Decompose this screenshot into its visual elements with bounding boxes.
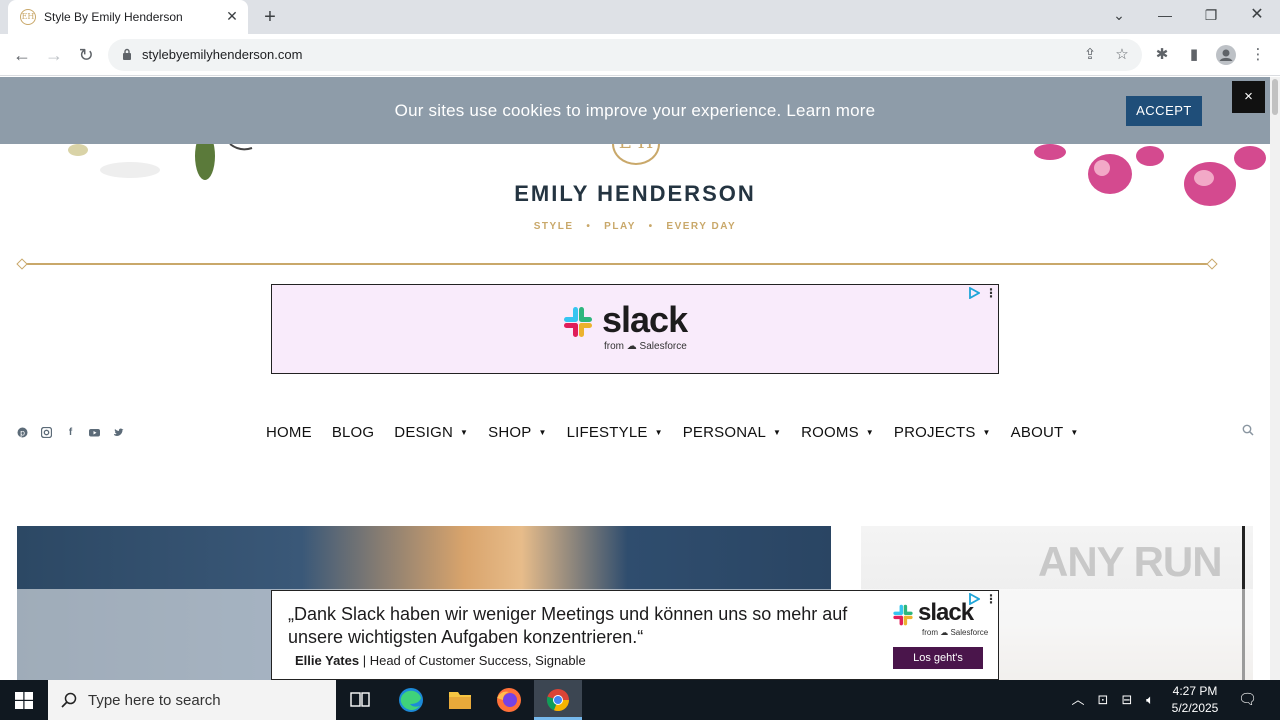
anyrun-watermark: ANY RUN: [1038, 538, 1223, 585]
slack-banner-ad[interactable]: ⋮ slack from ☁ Salesforce: [271, 284, 999, 374]
site-tagline: STYLE • PLAY • EVERY DAY: [533, 221, 737, 232]
slack-logo-icon: [893, 604, 913, 626]
caret-down-icon: ▼: [982, 427, 991, 437]
side-panel-icon[interactable]: ▮: [1182, 43, 1206, 67]
tab-strip: EH Style By Emily Henderson ✕ + ⌄ — ❐ ✕: [0, 0, 1280, 34]
show-hidden-icons-icon[interactable]: ︿: [1070, 692, 1086, 708]
lock-icon[interactable]: [122, 48, 132, 61]
reload-icon[interactable]: ↻: [74, 43, 98, 67]
chrome-taskbar-button[interactable]: [534, 680, 582, 720]
main-navigation: HOME BLOG DESIGN ▼ SHOP ▼ LIFESTYLE ▼ PERSO…: [266, 422, 1098, 442]
caret-down-icon: ▼: [1070, 427, 1079, 437]
site-favicon-icon: EH: [20, 9, 36, 25]
network-icon[interactable]: ⊟: [1119, 692, 1135, 708]
taskbar-search-placeholder: Type here to search: [88, 692, 221, 709]
slack-sticky-ad[interactable]: ⋮ „Dank Slack haben wir weniger Meetings…: [271, 590, 999, 680]
nav-item-personal[interactable]: PERSONAL ▼: [683, 422, 781, 442]
back-icon[interactable]: ←: [10, 43, 34, 67]
restore-icon[interactable]: ❐: [1188, 0, 1234, 32]
slack-wordmark: slack: [602, 299, 688, 340]
youtube-icon[interactable]: [89, 427, 100, 438]
caret-down-icon: ▼: [460, 427, 469, 437]
ad-attribution: Ellie Yates | Head of Customer Success, …: [295, 653, 586, 668]
caret-down-icon: ▼: [865, 427, 874, 437]
caret-down-icon: ▼: [538, 427, 547, 437]
clock-time[interactable]: 4:27 PM: [1160, 684, 1230, 698]
cookie-close-button[interactable]: ×: [1232, 81, 1265, 113]
svg-text:p: p: [20, 429, 25, 438]
task-view-icon[interactable]: [340, 686, 380, 714]
cookie-message[interactable]: Our sites use cookies to improve your ex…: [0, 101, 1270, 121]
start-button[interactable]: [0, 680, 48, 720]
taskbar-search-box[interactable]: Type here to search: [48, 680, 336, 720]
meet-now-icon[interactable]: ⊡: [1095, 692, 1111, 708]
tab-search-icon[interactable]: ⌄: [1096, 0, 1142, 32]
cookie-accept-button[interactable]: ACCEPT: [1126, 96, 1202, 126]
web-page: E H EMILY HENDERSON STYLE • PLAY • EVERY…: [0, 77, 1270, 680]
chrome-icon: [546, 689, 570, 712]
search-icon: [61, 692, 77, 708]
menu-kebab-icon[interactable]: ⋮: [1246, 43, 1270, 67]
slack-from-salesforce: from ☁ Salesforce: [922, 628, 989, 637]
window-close-icon[interactable]: ✕: [1234, 0, 1280, 32]
nav-item-about[interactable]: ABOUT ▼: [1011, 422, 1079, 442]
forward-icon[interactable]: →: [42, 43, 66, 67]
browser-toolbar: ← → ↻ stylebyemilyhenderson.com ⇪ ☆ ✱ ▮ …: [0, 34, 1280, 76]
nav-item-shop[interactable]: SHOP ▼: [488, 422, 546, 442]
facebook-icon[interactable]: f: [65, 427, 76, 438]
extensions-icon[interactable]: ✱: [1150, 43, 1174, 67]
pinterest-icon[interactable]: p: [17, 427, 28, 438]
clock-date[interactable]: 5/2/2025: [1160, 701, 1230, 715]
address-bar[interactable]: stylebyemilyhenderson.com ⇪ ☆: [108, 39, 1142, 71]
slack-from-salesforce: from ☁ Salesforce: [604, 341, 687, 352]
nav-item-lifestyle[interactable]: LIFESTYLE ▼: [567, 422, 663, 442]
page-scrollbar[interactable]: [1270, 77, 1280, 680]
url-text: stylebyemilyhenderson.com: [142, 47, 303, 62]
caret-down-icon: ▼: [773, 427, 782, 437]
nav-item-projects[interactable]: PROJECTS ▼: [894, 422, 991, 442]
slack-wordmark: slack: [918, 599, 974, 626]
site-title[interactable]: EMILY HENDERSON: [0, 181, 1270, 207]
nav-item-home[interactable]: HOME: [266, 422, 312, 442]
browser-tab[interactable]: EH Style By Emily Henderson ✕: [8, 0, 248, 34]
nav-item-rooms[interactable]: ROOMS ▼: [801, 422, 874, 442]
slack-logo-icon: [564, 307, 592, 337]
caret-down-icon: ▼: [654, 427, 663, 437]
nav-item-blog[interactable]: BLOG: [332, 422, 374, 442]
cookie-consent-bar: Our sites use cookies to improve your ex…: [0, 77, 1270, 144]
volume-icon[interactable]: 🔈︎: [1142, 692, 1158, 708]
scrollbar-thumb[interactable]: [1272, 79, 1278, 115]
adchoices-icon[interactable]: [968, 287, 980, 299]
windows-logo-icon: [15, 692, 33, 709]
divider-diamond-icon: [1206, 258, 1218, 270]
edge-icon[interactable]: [391, 686, 431, 714]
profile-icon[interactable]: [1214, 43, 1238, 67]
twitter-icon[interactable]: [113, 427, 124, 438]
tab-close-icon[interactable]: ✕: [224, 8, 240, 24]
tab-title: Style By Emily Henderson: [44, 10, 183, 24]
instagram-icon[interactable]: [40, 426, 53, 439]
bookmark-star-icon[interactable]: ☆: [1112, 45, 1132, 65]
firefox-icon[interactable]: [489, 686, 529, 714]
windows-taskbar: Type here to search ︿ ⊡ ⊟ 🔈︎ 4:27 PM 5/2…: [0, 680, 1280, 720]
search-icon[interactable]: [1242, 424, 1254, 436]
header-divider: [22, 263, 1212, 265]
nav-item-design[interactable]: DESIGN ▼: [394, 422, 468, 442]
new-tab-icon[interactable]: +: [260, 7, 280, 27]
divider-diamond-icon: [16, 258, 28, 270]
ad-quote: „Dank Slack haben wir weniger Meetings u…: [288, 604, 848, 647]
ad-options-icon[interactable]: ⋮: [985, 593, 997, 605]
share-icon[interactable]: ⇪: [1080, 45, 1100, 65]
file-explorer-icon[interactable]: [440, 686, 480, 714]
minimize-icon[interactable]: —: [1142, 0, 1188, 32]
notifications-icon[interactable]: 🗨︎: [1238, 692, 1257, 708]
ad-cta-button[interactable]: Los geht's: [893, 647, 983, 669]
ad-options-icon[interactable]: ⋮: [985, 287, 997, 299]
